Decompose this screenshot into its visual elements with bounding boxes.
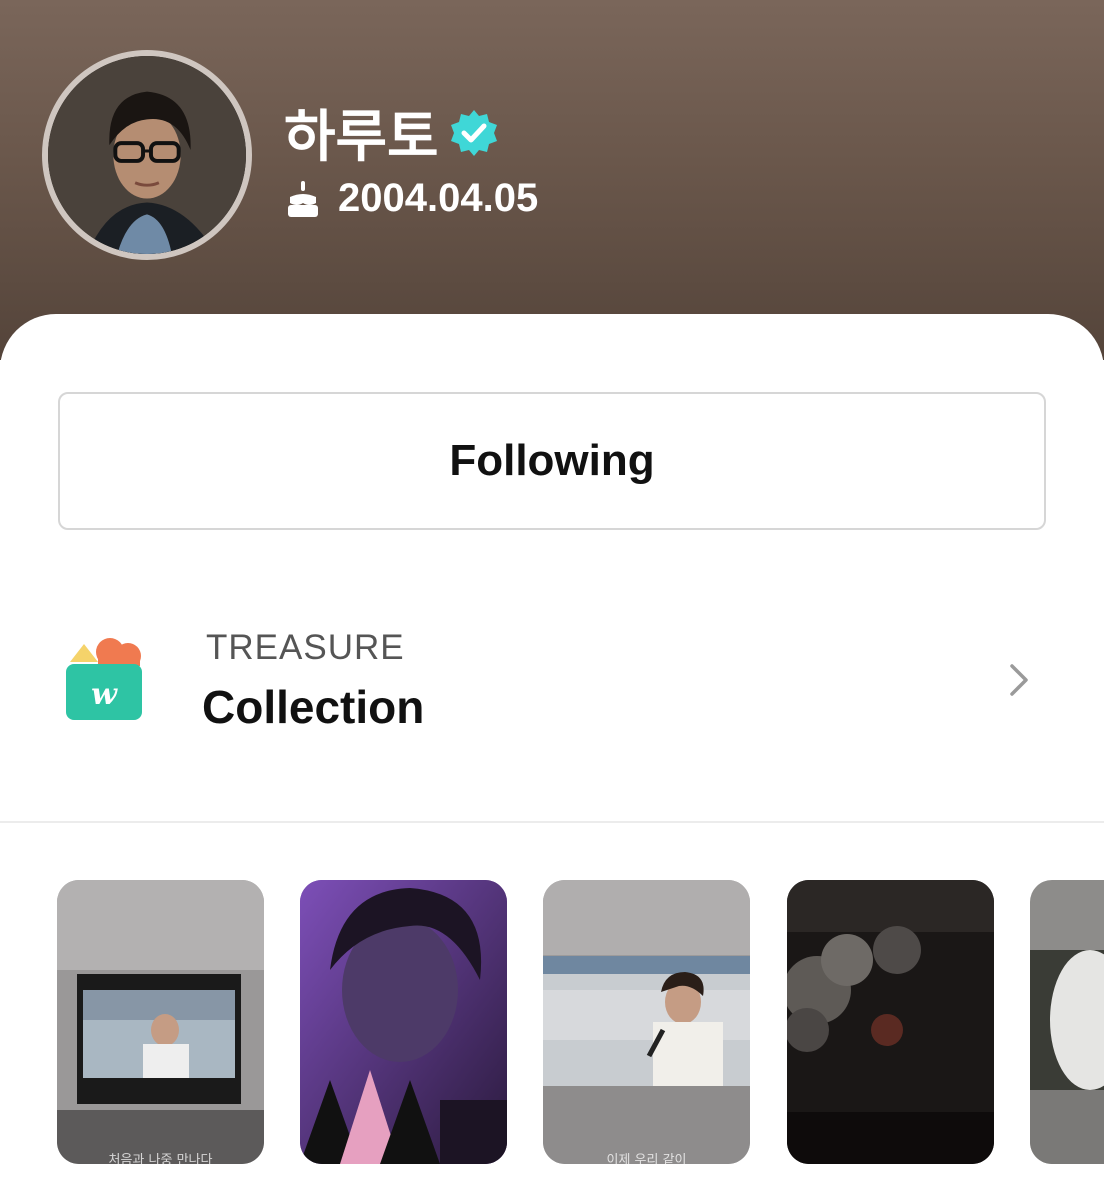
verified-badge-icon <box>450 109 497 156</box>
chevron-right-icon[interactable] <box>1006 662 1034 698</box>
moments-carousel[interactable]: 처음과 나중 만나다 이제 우리 같이 <box>0 880 1104 1164</box>
moment-thumbnail-1[interactable]: 처음과 나중 만나다 <box>57 880 264 1164</box>
profile-name: 하루토 <box>284 105 439 170</box>
moment-image <box>543 880 750 1164</box>
collection-group-label: TREASURE <box>206 628 405 667</box>
section-divider <box>0 821 1104 823</box>
profile-sheet: Following w TREASURE Collection 처음과 나중 만… <box>0 314 1104 1200</box>
moment-image <box>57 880 264 1164</box>
profile-header: 하루토 2004.04.05 <box>0 0 1104 360</box>
svg-text:w: w <box>91 677 118 712</box>
profile-name-row: 하루토 <box>284 92 499 173</box>
cake-icon <box>288 180 318 217</box>
moment-caption: 이제 우리 같이 <box>606 1153 687 1164</box>
following-button[interactable]: Following <box>58 392 1046 530</box>
avatar[interactable] <box>42 50 252 260</box>
birthday-row: 2004.04.05 <box>284 176 538 221</box>
collection-row[interactable]: w TREASURE Collection <box>0 614 1104 764</box>
moment-thumbnail-5[interactable] <box>1030 880 1104 1164</box>
collection-title: Collection <box>202 681 425 733</box>
moment-caption: 처음과 나중 만나다 <box>108 1153 213 1164</box>
weverse-collection-icon: w <box>66 638 142 720</box>
moment-thumbnail-3[interactable]: 이제 우리 같이 <box>543 880 750 1164</box>
moment-thumbnail-2[interactable] <box>300 880 507 1164</box>
moment-image <box>787 880 994 1164</box>
moment-image <box>300 880 507 1164</box>
moment-thumbnail-4[interactable] <box>787 880 994 1164</box>
profile-photo <box>48 56 246 254</box>
moment-image <box>1030 880 1104 1164</box>
birthday-date: 2004.04.05 <box>338 176 539 220</box>
